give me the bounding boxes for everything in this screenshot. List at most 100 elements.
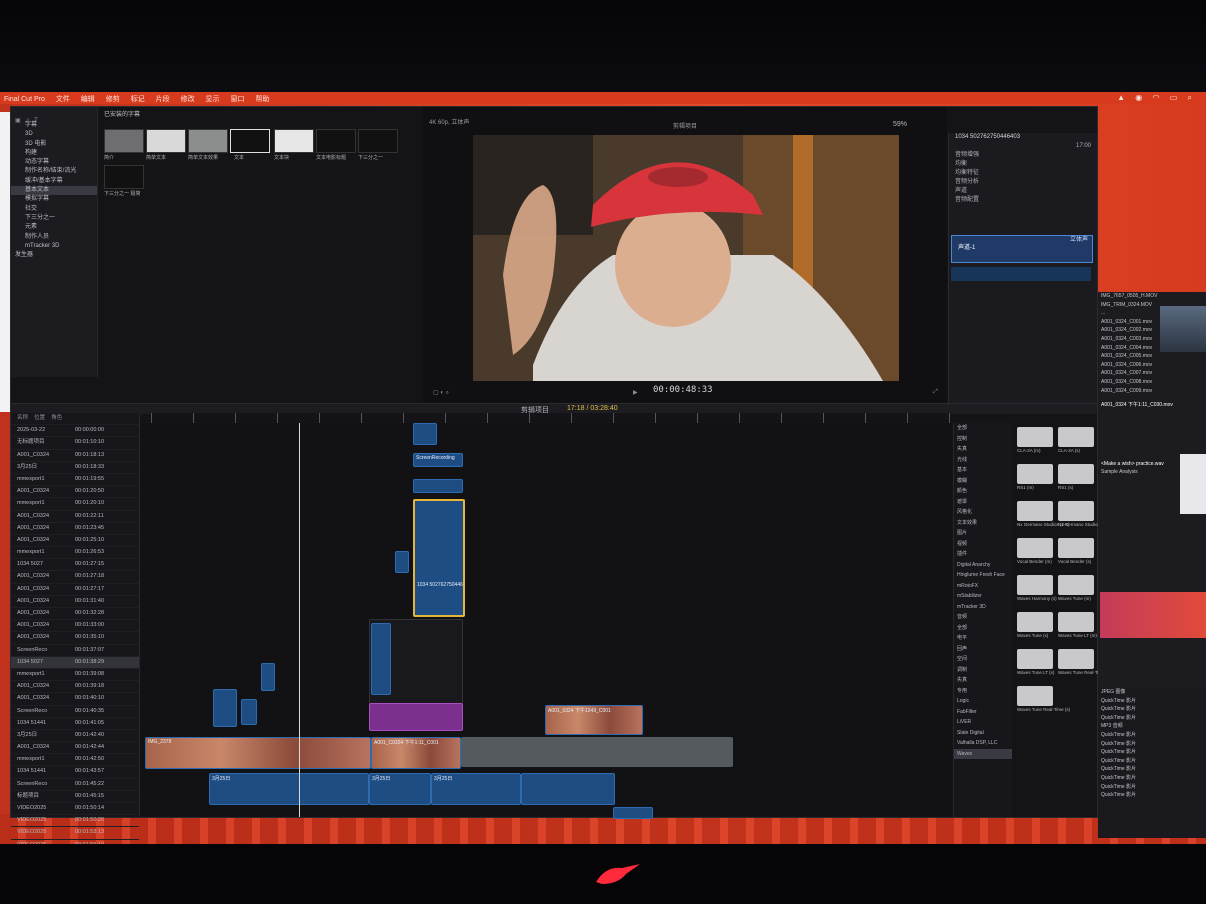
sidebar-item[interactable]: 缓冲/基本字幕 [11, 177, 97, 186]
inspector-row[interactable]: 音频配置 [949, 196, 1097, 205]
sidebar-item[interactable]: mTracker 3D [11, 242, 97, 251]
effects-category[interactable]: 音频 [954, 612, 1012, 623]
timeline-clip-selected[interactable]: 1034 502762750446 [413, 499, 465, 617]
gap-clip[interactable] [461, 737, 733, 767]
menu-modify[interactable]: 修改 [181, 94, 195, 104]
effects-category[interactable]: Logic [954, 696, 1012, 707]
battery-icon[interactable]: ▭ [1170, 93, 1178, 102]
index-row[interactable]: mmexport1 00:01:20:10 [11, 498, 139, 511]
view-options-icon[interactable]: ▢ ◐ ⌕ [433, 389, 449, 397]
zoom-level[interactable]: 59% [893, 121, 907, 128]
effect-item[interactable]: Waves Tune LT (s) [1017, 649, 1055, 675]
effect-item[interactable]: Vocal Bender (m) [1017, 538, 1055, 564]
effects-category[interactable]: 基本 [954, 465, 1012, 476]
sidebar-item-generators[interactable]: 发生器 [11, 251, 97, 260]
timeline-clip[interactable] [261, 663, 275, 691]
effect-item[interactable]: Waves Harmony (s) [1017, 575, 1057, 601]
index-row[interactable]: A001_C0324 00:01:35:10 [11, 632, 139, 645]
effects-category[interactable]: Hinglume Fresh Face [954, 570, 1012, 581]
primary-storyline-clip[interactable]: IMG_2378 [145, 737, 371, 769]
index-row[interactable]: A001_C0324 00:01:42:44 [11, 742, 139, 755]
index-row[interactable]: mmexport1 00:01:39:08 [11, 669, 139, 682]
finder-file-kind[interactable]: QuickTime 影片 [1098, 731, 1206, 740]
index-row[interactable]: A001_C0324 00:01:18:13 [11, 450, 139, 462]
sidebar-item[interactable]: 社交 [11, 205, 97, 214]
timeline-clip[interactable]: A001_0324 下午1249_C001 [545, 705, 643, 735]
sidebar-item[interactable]: 制作名称/结束/流光 [11, 167, 97, 176]
menu-edit[interactable]: 编辑 [81, 94, 95, 104]
menu-view[interactable]: 显示 [206, 94, 220, 104]
menu-clip[interactable]: 片段 [156, 94, 170, 104]
index-row[interactable]: 3月25日 00:01:18:33 [11, 462, 139, 474]
index-row[interactable]: ScreenReco 00:01:37:07 [11, 645, 139, 657]
inspector-row[interactable]: 音频分析 [949, 178, 1097, 187]
effects-category[interactable]: Valhalla DSP, LLC [954, 738, 1012, 749]
menu-trim[interactable]: 修剪 [106, 94, 120, 104]
effects-category[interactable]: 电平 [954, 633, 1012, 644]
effects-category[interactable]: 图片 [954, 528, 1012, 539]
timeline-clip[interactable]: ScreenRecording [413, 453, 463, 467]
effect-item[interactable]: RS1 (s) [1058, 464, 1096, 490]
index-row[interactable]: mmexport1 00:01:26:53 [11, 547, 139, 560]
effect-item[interactable]: Waves Tune (s) [1017, 612, 1055, 638]
column-position[interactable]: 位置 [34, 415, 45, 421]
primary-storyline-clip[interactable]: A001_C0324 下午1:11_C001 [371, 737, 461, 769]
camera-icon[interactable]: ▣ [15, 118, 21, 124]
sidebar-item[interactable]: 元素 [11, 223, 97, 232]
finder-file-kind[interactable]: QuickTime 影片 [1098, 714, 1206, 723]
effects-category[interactable]: 颜色 [954, 486, 1012, 497]
audio-clip[interactable] [613, 807, 653, 819]
timeline-clip[interactable] [413, 423, 437, 445]
index-row[interactable]: A001_C0324 00:01:33:00 [11, 620, 139, 633]
index-row[interactable]: ScreenReco 00:01:40:35 [11, 706, 139, 718]
effects-category[interactable]: 遮罩 [954, 497, 1012, 508]
effects-category[interactable]: 视频 [954, 539, 1012, 550]
fullscreen-icon[interactable]: ⤢ [933, 389, 938, 396]
effects-category[interactable]: mStabilizer [954, 591, 1012, 602]
finder-file-kind[interactable]: JPEG 图像 [1098, 688, 1206, 697]
title-thumbnail[interactable] [188, 129, 228, 153]
sidebar-item[interactable]: 制作人员 [11, 233, 97, 242]
effects-category[interactable]: 调制 [954, 665, 1012, 676]
finder-file-kind[interactable]: QuickTime 影片 [1098, 774, 1206, 783]
index-row[interactable]: 标题项目 00:01:45:15 [11, 791, 139, 803]
index-row[interactable]: A001_C0324 00:01:27:18 [11, 571, 139, 584]
index-row[interactable]: A001_C0324 00:01:32:28 [11, 608, 139, 621]
wifi-icon[interactable]: ◠ [1153, 93, 1160, 102]
finder-file-kind[interactable]: QuickTime 影片 [1098, 748, 1206, 757]
effects-category[interactable]: 控制 [954, 434, 1012, 445]
index-row[interactable]: VIDEO2025 00:01:50:14 [11, 803, 139, 816]
index-row[interactable]: A001_C0324 00:01:20:50 [11, 486, 139, 499]
index-row[interactable]: A001_C0324 00:01:25:10 [11, 535, 139, 548]
timeline-clip[interactable] [241, 699, 257, 725]
finder-file[interactable]: A001_0324_C006.mov [1098, 361, 1206, 370]
effect-item[interactable]: Nx Germano Studios (2-s) [1017, 501, 1069, 527]
finder-file-kind[interactable]: MP3 音频 [1098, 722, 1206, 731]
index-row[interactable]: 1034 5027 00:01:27:15 [11, 559, 139, 572]
title-thumbnail[interactable] [358, 129, 398, 153]
index-row[interactable]: A001_C0324 00:01:27:17 [11, 584, 139, 596]
effects-category[interactable]: Slate Digital [954, 728, 1012, 739]
column-name[interactable]: 名称 [17, 415, 28, 421]
finder-file-kind[interactable]: QuickTime 影片 [1098, 697, 1206, 706]
index-row[interactable]: VIDEO2025 00:01:50:20 [11, 815, 139, 828]
effects-category[interactable]: Digital Anarchy [954, 560, 1012, 571]
effects-category[interactable]: 插件 [954, 549, 1012, 560]
effects-category[interactable]: FabFilter [954, 707, 1012, 718]
play-icon[interactable]: ▶ [633, 389, 638, 396]
finder-file[interactable]: IMG_7657_0505_H.MOV [1098, 292, 1206, 301]
effect-item[interactable]: Nx Germano Studios (s) [1058, 501, 1106, 527]
inspector-row[interactable]: 均衡 [949, 160, 1097, 169]
effects-category[interactable]: 专用 [954, 686, 1012, 697]
audio-clip[interactable]: 3月25日 [369, 773, 431, 805]
inspector-row[interactable]: 声道 [949, 187, 1097, 196]
effects-category[interactable]: mTracker 3D [954, 602, 1012, 613]
sidebar-item[interactable]: 3D [11, 130, 97, 139]
finder-file-kind[interactable]: QuickTime 影片 [1098, 765, 1206, 774]
inspector-row[interactable]: 均衡特征 [949, 169, 1097, 178]
finder-file[interactable]: A001_0324_C007.mov [1098, 369, 1206, 378]
effect-item[interactable]: Waves Tune LT (m) [1058, 612, 1097, 638]
finder-file-kind[interactable]: QuickTime 影片 [1098, 740, 1206, 749]
timeline-clip[interactable] [213, 689, 237, 727]
menu-window[interactable]: 窗口 [230, 94, 244, 104]
